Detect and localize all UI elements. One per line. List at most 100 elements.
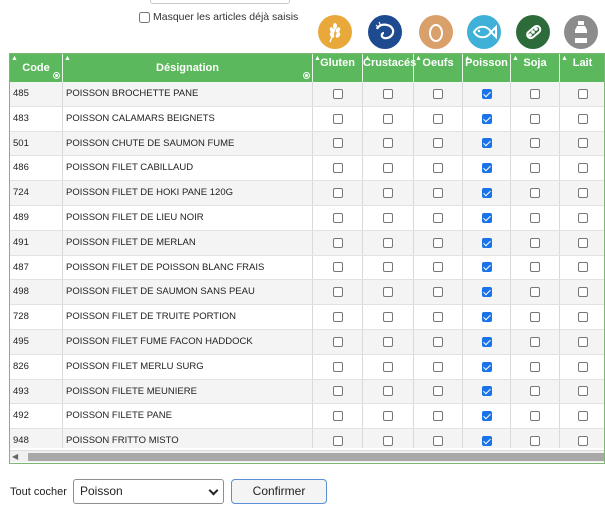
allergen-checkbox[interactable]: [332, 163, 343, 174]
allergen-checkbox[interactable]: [433, 287, 443, 298]
allergen-checkbox[interactable]: [577, 262, 588, 273]
allergen-checkbox[interactable]: [530, 386, 540, 397]
allergen-checkbox[interactable]: [332, 436, 343, 447]
allergen-checkbox[interactable]: [577, 386, 588, 397]
allergen-checkbox[interactable]: [530, 188, 540, 199]
allergen-checkbox[interactable]: [433, 312, 443, 323]
allergen-checkbox[interactable]: [433, 262, 443, 273]
allergen-checkbox[interactable]: [530, 212, 540, 223]
allergen-checkbox[interactable]: [577, 163, 588, 174]
allergen-checkbox[interactable]: [530, 411, 540, 422]
horizontal-scrollbar[interactable]: ◀: [10, 450, 604, 462]
scrollbar-thumb[interactable]: [28, 453, 604, 461]
allergen-checkbox[interactable]: [481, 262, 492, 273]
col-header-oeufs[interactable]: ▲ Oeufs: [414, 54, 463, 82]
allergen-checkbox[interactable]: [433, 436, 443, 447]
allergen-checkbox[interactable]: [530, 163, 540, 174]
allergen-checkbox[interactable]: [530, 336, 540, 347]
allergen-checkbox[interactable]: [530, 237, 540, 248]
allergen-checkbox[interactable]: [383, 436, 393, 447]
allergen-checkbox[interactable]: [383, 113, 393, 124]
allergen-checkbox[interactable]: [530, 436, 540, 447]
allergen-checkbox[interactable]: [530, 138, 540, 149]
allergen-checkbox[interactable]: [383, 188, 393, 199]
allergen-checkbox[interactable]: [481, 336, 492, 347]
allergen-checkbox[interactable]: [530, 113, 540, 124]
allergen-checkbox[interactable]: [332, 312, 343, 323]
allergen-checkbox[interactable]: [577, 436, 588, 447]
allergen-checkbox[interactable]: [433, 336, 443, 347]
allergen-checkbox[interactable]: [481, 113, 492, 124]
allergen-checkbox[interactable]: [383, 262, 393, 273]
allergen-checkbox[interactable]: [433, 411, 443, 422]
sort-icon[interactable]: ▲: [64, 55, 71, 62]
allergen-checkbox[interactable]: [481, 287, 492, 298]
allergen-checkbox[interactable]: [577, 237, 588, 248]
allergen-checkbox[interactable]: [481, 138, 492, 149]
allergen-checkbox[interactable]: [481, 436, 492, 447]
column-menu-icon[interactable]: [303, 72, 310, 79]
search-input[interactable]: [150, 0, 290, 4]
allergen-checkbox[interactable]: [481, 188, 492, 199]
col-header-code[interactable]: ▲ Code: [10, 54, 63, 82]
allergen-checkbox[interactable]: [332, 336, 343, 347]
scroll-left-icon[interactable]: ◀: [12, 453, 18, 461]
allergen-checkbox[interactable]: [481, 312, 492, 323]
allergen-checkbox[interactable]: [433, 361, 443, 372]
allergen-checkbox[interactable]: [481, 411, 492, 422]
allergen-checkbox[interactable]: [577, 336, 588, 347]
allergen-checkbox[interactable]: [530, 88, 540, 99]
allergen-checkbox[interactable]: [481, 212, 492, 223]
allergen-checkbox[interactable]: [577, 312, 588, 323]
allergen-checkbox[interactable]: [383, 312, 393, 323]
allergen-checkbox[interactable]: [433, 237, 443, 248]
allergen-checkbox[interactable]: [577, 411, 588, 422]
allergen-checkbox[interactable]: [383, 287, 393, 298]
col-header-designation[interactable]: ▲ Désignation: [63, 54, 313, 82]
allergen-checkbox[interactable]: [383, 212, 393, 223]
allergen-checkbox[interactable]: [383, 336, 393, 347]
sort-icon[interactable]: ▲: [11, 55, 18, 62]
allergen-checkbox[interactable]: [332, 262, 343, 273]
allergen-select[interactable]: Poisson: [73, 479, 224, 504]
allergen-checkbox[interactable]: [332, 188, 343, 199]
allergen-checkbox[interactable]: [433, 188, 443, 199]
allergen-checkbox[interactable]: [332, 361, 343, 372]
allergen-checkbox[interactable]: [577, 287, 588, 298]
allergen-checkbox[interactable]: [530, 287, 540, 298]
col-header-soja[interactable]: ▲ Soja: [511, 54, 560, 82]
allergen-checkbox[interactable]: [577, 212, 588, 223]
allergen-checkbox[interactable]: [577, 361, 588, 372]
allergen-checkbox[interactable]: [332, 138, 343, 149]
allergen-checkbox[interactable]: [530, 262, 540, 273]
mask-checkbox[interactable]: [139, 11, 150, 23]
allergen-checkbox[interactable]: [577, 188, 588, 199]
col-header-poisson[interactable]: ▲ Poisson: [463, 54, 511, 82]
allergen-checkbox[interactable]: [332, 113, 343, 124]
allergen-checkbox[interactable]: [332, 411, 343, 422]
allergen-checkbox[interactable]: [481, 386, 492, 397]
allergen-checkbox[interactable]: [383, 386, 393, 397]
allergen-checkbox[interactable]: [383, 163, 393, 174]
column-menu-icon[interactable]: [53, 72, 60, 79]
allergen-checkbox[interactable]: [577, 88, 588, 99]
allergen-checkbox[interactable]: [332, 88, 343, 99]
allergen-checkbox[interactable]: [433, 88, 443, 99]
confirm-button[interactable]: Confirmer: [231, 479, 327, 504]
allergen-checkbox[interactable]: [433, 386, 443, 397]
allergen-checkbox[interactable]: [577, 138, 588, 149]
allergen-checkbox[interactable]: [433, 113, 443, 124]
allergen-checkbox[interactable]: [530, 312, 540, 323]
allergen-checkbox[interactable]: [433, 163, 443, 174]
allergen-checkbox[interactable]: [530, 361, 540, 372]
allergen-checkbox[interactable]: [481, 361, 492, 372]
allergen-checkbox[interactable]: [332, 212, 343, 223]
allergen-checkbox[interactable]: [383, 411, 393, 422]
allergen-checkbox[interactable]: [332, 287, 343, 298]
allergen-checkbox[interactable]: [481, 237, 492, 248]
allergen-checkbox[interactable]: [383, 88, 393, 99]
col-header-gluten[interactable]: ▲ Gluten: [313, 54, 363, 82]
allergen-checkbox[interactable]: [332, 237, 343, 248]
allergen-checkbox[interactable]: [383, 237, 393, 248]
allergen-checkbox[interactable]: [383, 361, 393, 372]
